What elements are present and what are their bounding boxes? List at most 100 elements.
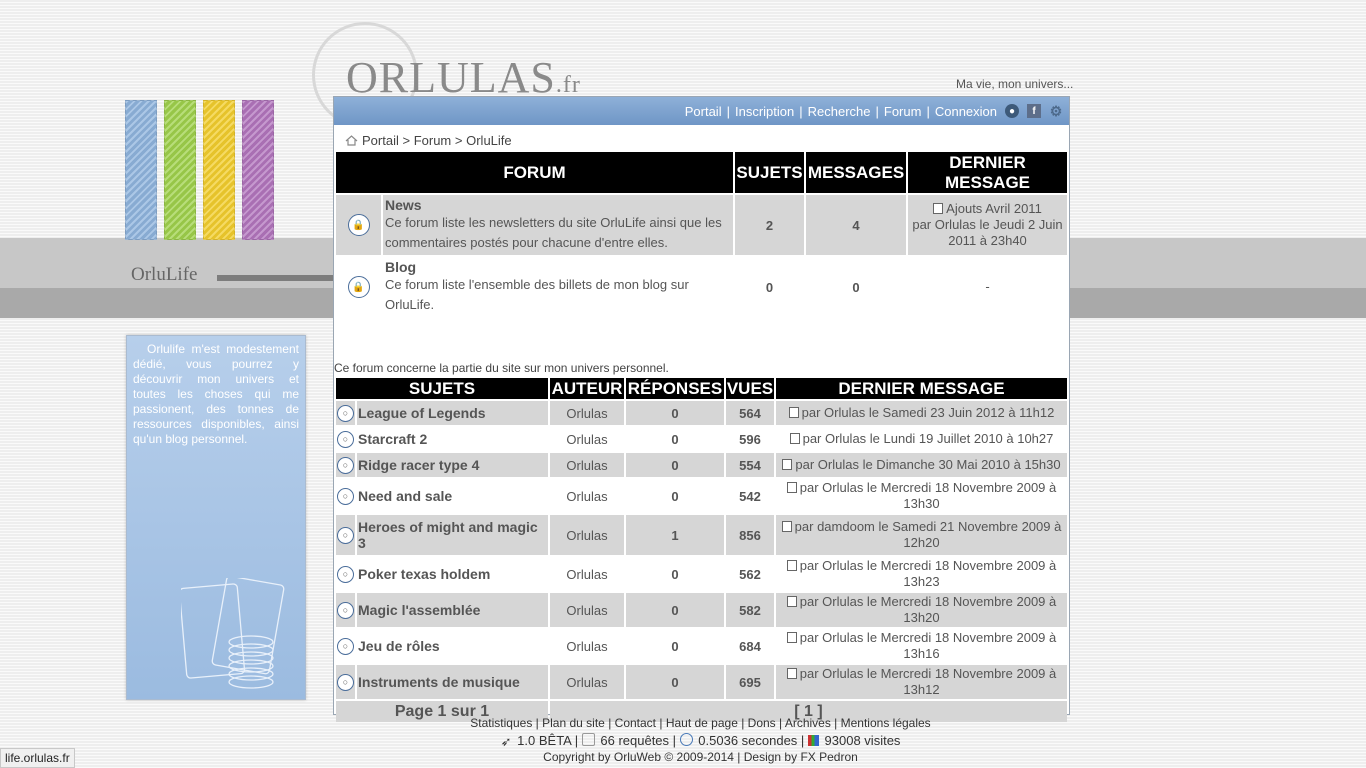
topic-author[interactable]: Orlulas xyxy=(550,557,624,591)
topic-replies: 0 xyxy=(671,638,679,654)
topic-title[interactable]: Heroes of might and magic 3 xyxy=(358,519,538,551)
footer-link-statistiques[interactable]: Statistiques xyxy=(470,716,532,730)
topic-author[interactable]: Orlulas xyxy=(550,479,624,513)
header-topics-sujets: SUJETS xyxy=(336,378,548,399)
document-icon xyxy=(786,596,797,607)
facebook-icon[interactable]: f xyxy=(1027,104,1041,118)
pencil-yellow-decoration xyxy=(203,100,235,240)
topic-icon: ○ xyxy=(337,601,354,619)
forum-messages-count: 4 xyxy=(852,217,860,233)
topic-replies: 0 xyxy=(671,674,679,690)
topic-title[interactable]: Instruments de musique xyxy=(358,674,520,690)
nav-portail[interactable]: Portail xyxy=(685,104,722,119)
header-forum: FORUM xyxy=(336,152,733,193)
footer-link-designer[interactable]: FX Pedron xyxy=(800,750,857,764)
topic-replies: 0 xyxy=(671,488,679,504)
topic-last-message: par Orlulas le Mercredi 18 Novembre 2009… xyxy=(776,557,1067,591)
lock-icon: 🔒 xyxy=(347,276,370,298)
document-icon xyxy=(933,203,944,214)
section-divider xyxy=(217,275,337,281)
document-icon xyxy=(781,521,792,532)
topic-replies: 0 xyxy=(671,602,679,618)
topic-views: 695 xyxy=(739,674,761,690)
table-row[interactable]: ○ Heroes of might and magic 3 Orlulas 1 856 p… xyxy=(336,515,1067,555)
nav-connexion[interactable]: Connexion xyxy=(935,104,997,119)
topic-author[interactable]: Orlulas xyxy=(550,593,624,627)
user-icon[interactable]: ● xyxy=(1005,104,1019,118)
table-row[interactable]: ○ Instruments de musique Orlulas 0 695 par Or… xyxy=(336,665,1067,699)
header-vues: VUES xyxy=(726,378,774,399)
main-panel: Portail | Inscription | Recherche | Forum | … xyxy=(333,96,1070,722)
topic-replies: 0 xyxy=(671,431,679,447)
topic-title[interactable]: Jeu de rôles xyxy=(358,638,440,654)
table-row[interactable]: ○ Need and sale Orlulas 0 542 par Orlulas le … xyxy=(336,479,1067,513)
topic-last-message: par Orlulas le Lundi 19 Juillet 2010 à 1… xyxy=(776,427,1067,451)
nav-forum[interactable]: Forum xyxy=(884,104,922,119)
pencil-purple-decoration xyxy=(242,100,274,240)
topic-title[interactable]: Poker texas holdem xyxy=(358,566,490,582)
topic-title[interactable]: Starcraft 2 xyxy=(358,431,427,447)
topic-last-message: par Orlulas le Mercredi 18 Novembre 2009… xyxy=(776,479,1067,513)
document-icon xyxy=(786,560,797,571)
clock-icon xyxy=(679,733,693,746)
breadcrumb-current: OrluLife xyxy=(466,133,512,148)
footer-link-archives[interactable]: Archives xyxy=(785,716,831,730)
topic-icon: ○ xyxy=(337,526,354,544)
forum-sujets-count: 0 xyxy=(765,279,774,295)
breadcrumb-forum[interactable]: Forum xyxy=(414,133,452,148)
topic-views: 596 xyxy=(739,431,761,447)
topic-icon: ○ xyxy=(337,404,354,422)
database-icon xyxy=(581,733,595,746)
topic-views: 542 xyxy=(739,488,761,504)
sidebar-text: Orlulife m'est modestement dédié, vous p… xyxy=(133,342,299,446)
topic-title[interactable]: League of Legends xyxy=(358,405,486,421)
browser-status-bar: life.orlulas.fr xyxy=(0,748,75,768)
footer-link-orluweb[interactable]: OrluWeb xyxy=(614,750,661,764)
nav-inscription[interactable]: Inscription xyxy=(735,104,794,119)
topic-views: 582 xyxy=(739,602,761,618)
forum-description: Ce forum liste les newsletters du site O… xyxy=(385,215,722,250)
document-icon xyxy=(786,668,797,679)
topic-title[interactable]: Magic l'assemblée xyxy=(358,602,480,618)
topic-title[interactable]: Ridge racer type 4 xyxy=(358,457,479,473)
breadcrumb-portail[interactable]: Portail xyxy=(362,133,399,148)
topic-author[interactable]: Orlulas xyxy=(550,453,624,477)
forum-title[interactable]: Blog xyxy=(385,259,732,275)
settings-icon[interactable]: ⚙ xyxy=(1049,103,1063,119)
topic-views: 856 xyxy=(739,527,761,543)
topic-author[interactable]: Orlulas xyxy=(550,427,624,451)
forum-row[interactable]: 🔒 Blog Ce forum liste l'ensemble des bil… xyxy=(336,257,1067,317)
topic-icon: ○ xyxy=(337,430,354,448)
table-row[interactable]: ○ Starcraft 2 Orlulas 0 596 par Orlulas le Lu… xyxy=(336,427,1067,451)
footer-link-plan[interactable]: Plan du site xyxy=(542,716,605,730)
table-row[interactable]: ○ Ridge racer type 4 Orlulas 0 554 par Orlula… xyxy=(336,453,1067,477)
topic-author[interactable]: Orlulas xyxy=(550,665,624,699)
nav-recherche[interactable]: Recherche xyxy=(808,104,871,119)
topic-title[interactable]: Need and sale xyxy=(358,488,452,504)
footer-link-mentions[interactable]: Mentions légales xyxy=(841,716,931,730)
topic-replies: 0 xyxy=(671,457,679,473)
topic-author[interactable]: Orlulas xyxy=(550,401,624,425)
table-row[interactable]: ○ Poker texas holdem Orlulas 0 562 par Orlula… xyxy=(336,557,1067,591)
table-row[interactable]: ○ Jeu de rôles Orlulas 0 684 par Orlulas le M… xyxy=(336,629,1067,663)
table-row[interactable]: ○ League of Legends Orlulas 0 564 par Orlulas… xyxy=(336,401,1067,425)
topic-icon: ○ xyxy=(337,565,354,583)
topic-replies: 0 xyxy=(671,566,679,582)
document-icon xyxy=(788,407,799,418)
footer-link-dons[interactable]: Dons xyxy=(748,716,776,730)
breadcrumb: Portail > Forum > OrluLife xyxy=(345,133,512,148)
topic-views: 564 xyxy=(739,405,761,421)
table-row[interactable]: ○ Magic l'assemblée Orlulas 0 582 par Orlulas… xyxy=(336,593,1067,627)
topics-table: SUJETS AUTEUR RÉPONSES VUES DERNIER MESS… xyxy=(334,376,1069,724)
forum-title[interactable]: News xyxy=(385,197,732,213)
topic-icon: ○ xyxy=(337,456,354,474)
forum-row[interactable]: 🔒 News Ce forum liste les newsletters du… xyxy=(336,195,1067,255)
topic-author[interactable]: Orlulas xyxy=(550,629,624,663)
topic-last-message: par Orlulas le Mercredi 18 Novembre 2009… xyxy=(776,665,1067,699)
footer-link-haut[interactable]: Haut de page xyxy=(666,716,738,730)
document-icon xyxy=(786,632,797,643)
footer-link-contact[interactable]: Contact xyxy=(615,716,656,730)
chart-icon xyxy=(807,735,819,746)
topic-author[interactable]: Orlulas xyxy=(550,515,624,555)
document-icon xyxy=(789,433,800,444)
